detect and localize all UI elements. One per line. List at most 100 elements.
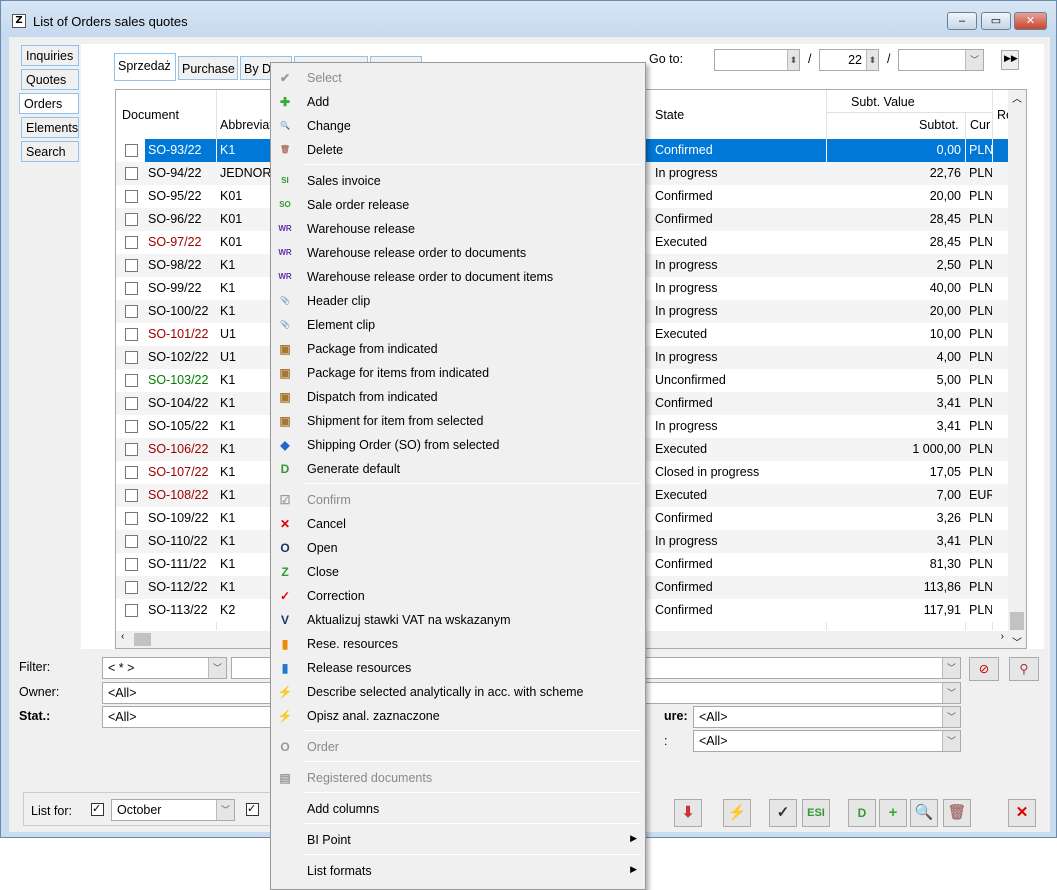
sidebar-item-quotes[interactable]: Quotes: [21, 69, 79, 90]
menu-item-sales-invoice[interactable]: SI Sales invoice: [271, 169, 645, 193]
filter-select[interactable]: < * > ﹀: [102, 657, 227, 679]
menu-item-delete[interactable]: 🗑 Delete: [271, 138, 645, 162]
menu-item-select[interactable]: ✔ Select: [271, 66, 645, 90]
menu-item-confirm[interactable]: ☑ Confirm: [271, 488, 645, 512]
row-checkbox[interactable]: [125, 443, 138, 456]
second-checkbox[interactable]: ✓: [246, 803, 259, 816]
list-for-checkbox[interactable]: ✓: [91, 803, 104, 816]
row-checkbox[interactable]: [125, 351, 138, 364]
menu-item-close[interactable]: Z Close: [271, 560, 645, 584]
row-checkbox[interactable]: [125, 167, 138, 180]
delete-button[interactable]: 🗑: [943, 799, 971, 827]
menu-item-element-clip[interactable]: 📎 Element clip: [271, 313, 645, 337]
row-checkbox[interactable]: [125, 328, 138, 341]
menu-item-shipment-for-item-from-selected[interactable]: ▣ Shipment for item from selected: [271, 409, 645, 433]
menu-item-header-clip[interactable]: 📎 Header clip: [271, 289, 645, 313]
sidebar-item-orders[interactable]: Orders: [19, 93, 79, 114]
menu-item-dispatch-from-indicated[interactable]: ▣ Dispatch from indicated: [271, 385, 645, 409]
describe-analytically-button[interactable]: ⚡: [723, 799, 751, 827]
row-checkbox[interactable]: [125, 397, 138, 410]
menu-item-rese-resources[interactable]: ▮ Rese. resources: [271, 632, 645, 656]
column-subtot[interactable]: Subtot.: [919, 118, 959, 132]
maximize-button[interactable]: ▭: [981, 12, 1011, 30]
close-window-button[interactable]: ✕: [1014, 12, 1047, 30]
generate-default-button[interactable]: D: [848, 799, 876, 827]
cell-state: Confirmed: [655, 396, 713, 410]
menu-item-change[interactable]: 🔍 Change: [271, 114, 645, 138]
row-checkbox[interactable]: [125, 420, 138, 433]
menu-item-release-resources[interactable]: ▮ Release resources: [271, 656, 645, 680]
row-checkbox[interactable]: [125, 236, 138, 249]
column-state[interactable]: State: [655, 108, 684, 122]
row-checkbox[interactable]: [125, 558, 138, 571]
menu-item-package-for-items-from-indicated[interactable]: ▣ Package for items from indicated: [271, 361, 645, 385]
row-checkbox[interactable]: [125, 144, 138, 157]
month-select[interactable]: October ﹀: [111, 799, 235, 821]
row-checkbox[interactable]: [125, 535, 138, 548]
import-button[interactable]: ⬇: [674, 799, 702, 827]
tab-0[interactable]: Sprzedaż: [114, 53, 176, 81]
row-checkbox[interactable]: [125, 604, 138, 617]
cell-state: Confirmed: [655, 603, 713, 617]
cell-currency: PLN: [969, 350, 992, 364]
close-button[interactable]: ✕: [1008, 799, 1036, 827]
menu-item-open[interactable]: O Open: [271, 536, 645, 560]
menu-item-warehouse-release[interactable]: WR Warehouse release: [271, 217, 645, 241]
sidebar-item-inquiries[interactable]: Inquiries: [21, 45, 79, 66]
menu-item-shipping-order-so-from-selected[interactable]: ◆ Shipping Order (SO) from selected: [271, 433, 645, 457]
menu-item-correction[interactable]: ✓ Correction: [271, 584, 645, 608]
feature-select[interactable]: <All> ﹀: [693, 706, 961, 728]
vertical-scrollbar[interactable]: ︿ ﹀: [1008, 90, 1026, 648]
column-document[interactable]: Document: [122, 108, 179, 122]
extra-select[interactable]: <All> ﹀: [693, 730, 961, 752]
menu-item-warehouse-release-order-to-document-items[interactable]: WR Warehouse release order to document i…: [271, 265, 645, 289]
menu-item-opisz-anal-zaznaczone[interactable]: ⚡ Opisz anal. zaznaczone: [271, 704, 645, 728]
menu-item-generate-default[interactable]: D Generate default: [271, 457, 645, 481]
row-checkbox[interactable]: [125, 466, 138, 479]
cell-currency: PLN: [969, 442, 992, 456]
clear-filter-button[interactable]: ⊘: [969, 657, 999, 681]
sidebar-item-search[interactable]: Search: [21, 141, 79, 162]
row-checkbox[interactable]: [125, 259, 138, 272]
row-checkbox[interactable]: [125, 374, 138, 387]
stat-select[interactable]: <All>: [102, 706, 277, 728]
filter-builder-button[interactable]: ⚲: [1009, 657, 1039, 681]
menu-item-order[interactable]: O Order: [271, 735, 645, 759]
goto-year-input[interactable]: 22 ⬍: [819, 49, 879, 71]
confirm-button[interactable]: ✓: [769, 799, 797, 827]
menu-item-add[interactable]: ✚ Add: [271, 90, 645, 114]
change-button[interactable]: 🔍: [910, 799, 938, 827]
sidebar-item-elements[interactable]: Elements: [21, 117, 79, 138]
goto-button[interactable]: ▶▶: [1001, 50, 1019, 70]
row-checkbox[interactable]: [125, 512, 138, 525]
column-abbreviation[interactable]: Abbreviat: [220, 118, 273, 132]
menu-item-describe-selected-analytically-in-acc-with-scheme[interactable]: ⚡ Describe selected analytically in acc.…: [271, 680, 645, 704]
menu-item-add-columns[interactable]: Add columns: [271, 797, 645, 821]
sales-invoice-button[interactable]: ESI: [802, 799, 830, 827]
minimize-button[interactable]: –: [947, 12, 977, 30]
cell-subtot: 28,45: [929, 212, 961, 226]
row-checkbox[interactable]: [125, 282, 138, 295]
row-checkbox[interactable]: [125, 190, 138, 203]
row-checkbox[interactable]: [125, 581, 138, 594]
menu-item-registered-documents[interactable]: ▤ Registered documents: [271, 766, 645, 790]
menu-item-list-formats[interactable]: List formats ▶: [271, 859, 645, 883]
row-checkbox[interactable]: [125, 213, 138, 226]
row-checkbox[interactable]: [125, 489, 138, 502]
cell-state: Confirmed: [655, 212, 713, 226]
row-checkbox[interactable]: [125, 305, 138, 318]
add-button[interactable]: +: [879, 799, 907, 827]
menu-item-warehouse-release-order-to-documents[interactable]: WR Warehouse release order to documents: [271, 241, 645, 265]
menu-item-bi-point[interactable]: BI Point ▶: [271, 828, 645, 852]
menu-item-sale-order-release[interactable]: SO Sale order release: [271, 193, 645, 217]
menu-item-cancel[interactable]: ✕ Cancel: [271, 512, 645, 536]
cell-document: SO-93/22: [145, 139, 216, 162]
goto-day-input[interactable]: ⬍: [714, 49, 800, 71]
cell-currency: PLN: [969, 258, 992, 272]
goto-select[interactable]: ﹀: [898, 49, 984, 71]
menu-item-aktualizuj-stawki-vat-na-wskazanym[interactable]: V Aktualizuj stawki VAT na wskazanym: [271, 608, 645, 632]
tab-1[interactable]: Purchase: [178, 56, 238, 80]
column-currency[interactable]: Cur: [970, 118, 990, 132]
cell-document: SO-101/22: [148, 327, 209, 341]
menu-item-package-from-indicated[interactable]: ▣ Package from indicated: [271, 337, 645, 361]
